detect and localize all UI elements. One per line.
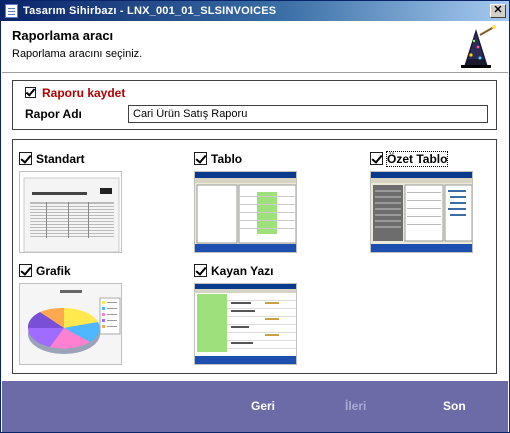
save-report-group: Raporu kaydet Rapor Adı xyxy=(12,80,497,130)
wizard-hat-icon xyxy=(461,25,496,68)
tablo-checkbox[interactable] xyxy=(194,152,207,165)
kayan-yazi-checkbox[interactable] xyxy=(194,264,207,277)
tool-selection-group: Standart Tablo Özet Tablo Grafik Kayan Y… xyxy=(12,139,497,374)
back-button[interactable]: Geri xyxy=(251,399,275,413)
kayan-yazi-preview-image xyxy=(194,283,297,365)
wizard-header: Raporlama aracı Raporlama aracını seçini… xyxy=(2,21,508,73)
next-button[interactable]: İleri xyxy=(345,399,366,413)
tool-label[interactable]: Grafik xyxy=(36,264,71,278)
page-subtitle: Raporlama aracını seçiniz. xyxy=(12,48,143,60)
wizard-footer: Geri İleri Son xyxy=(2,381,508,432)
save-report-checkbox[interactable] xyxy=(25,87,36,98)
window-title: Tasarım Sihirbazı - LNX_001_01_SLSINVOIC… xyxy=(23,5,277,17)
report-name-label: Rapor Adı xyxy=(25,107,82,121)
document-icon xyxy=(5,4,18,18)
ozet-tablo-checkbox[interactable] xyxy=(370,152,383,165)
tool-label[interactable]: Standart xyxy=(36,152,85,166)
standart-preview-image xyxy=(19,171,122,253)
ozet-tablo-preview-image xyxy=(370,171,473,253)
page-title: Raporlama aracı xyxy=(12,28,114,43)
standart-checkbox[interactable] xyxy=(19,152,32,165)
report-name-input[interactable] xyxy=(128,105,488,123)
save-report-label[interactable]: Raporu kaydet xyxy=(42,86,125,100)
tablo-preview-image xyxy=(194,171,297,253)
title-bar: Tasarım Sihirbazı - LNX_001_01_SLSINVOIC… xyxy=(1,1,509,21)
tool-label[interactable]: Tablo xyxy=(211,152,242,166)
grafik-checkbox[interactable] xyxy=(19,264,32,277)
tool-label[interactable]: Kayan Yazı xyxy=(211,264,273,278)
tool-label[interactable]: Özet Tablo xyxy=(385,151,449,167)
close-icon: ✕ xyxy=(493,4,503,16)
wizard-window: Tasarım Sihirbazı - LNX_001_01_SLSINVOIC… xyxy=(0,0,510,433)
grafik-preview-image xyxy=(19,283,122,365)
close-button[interactable]: ✕ xyxy=(490,4,506,18)
finish-button[interactable]: Son xyxy=(443,399,466,413)
